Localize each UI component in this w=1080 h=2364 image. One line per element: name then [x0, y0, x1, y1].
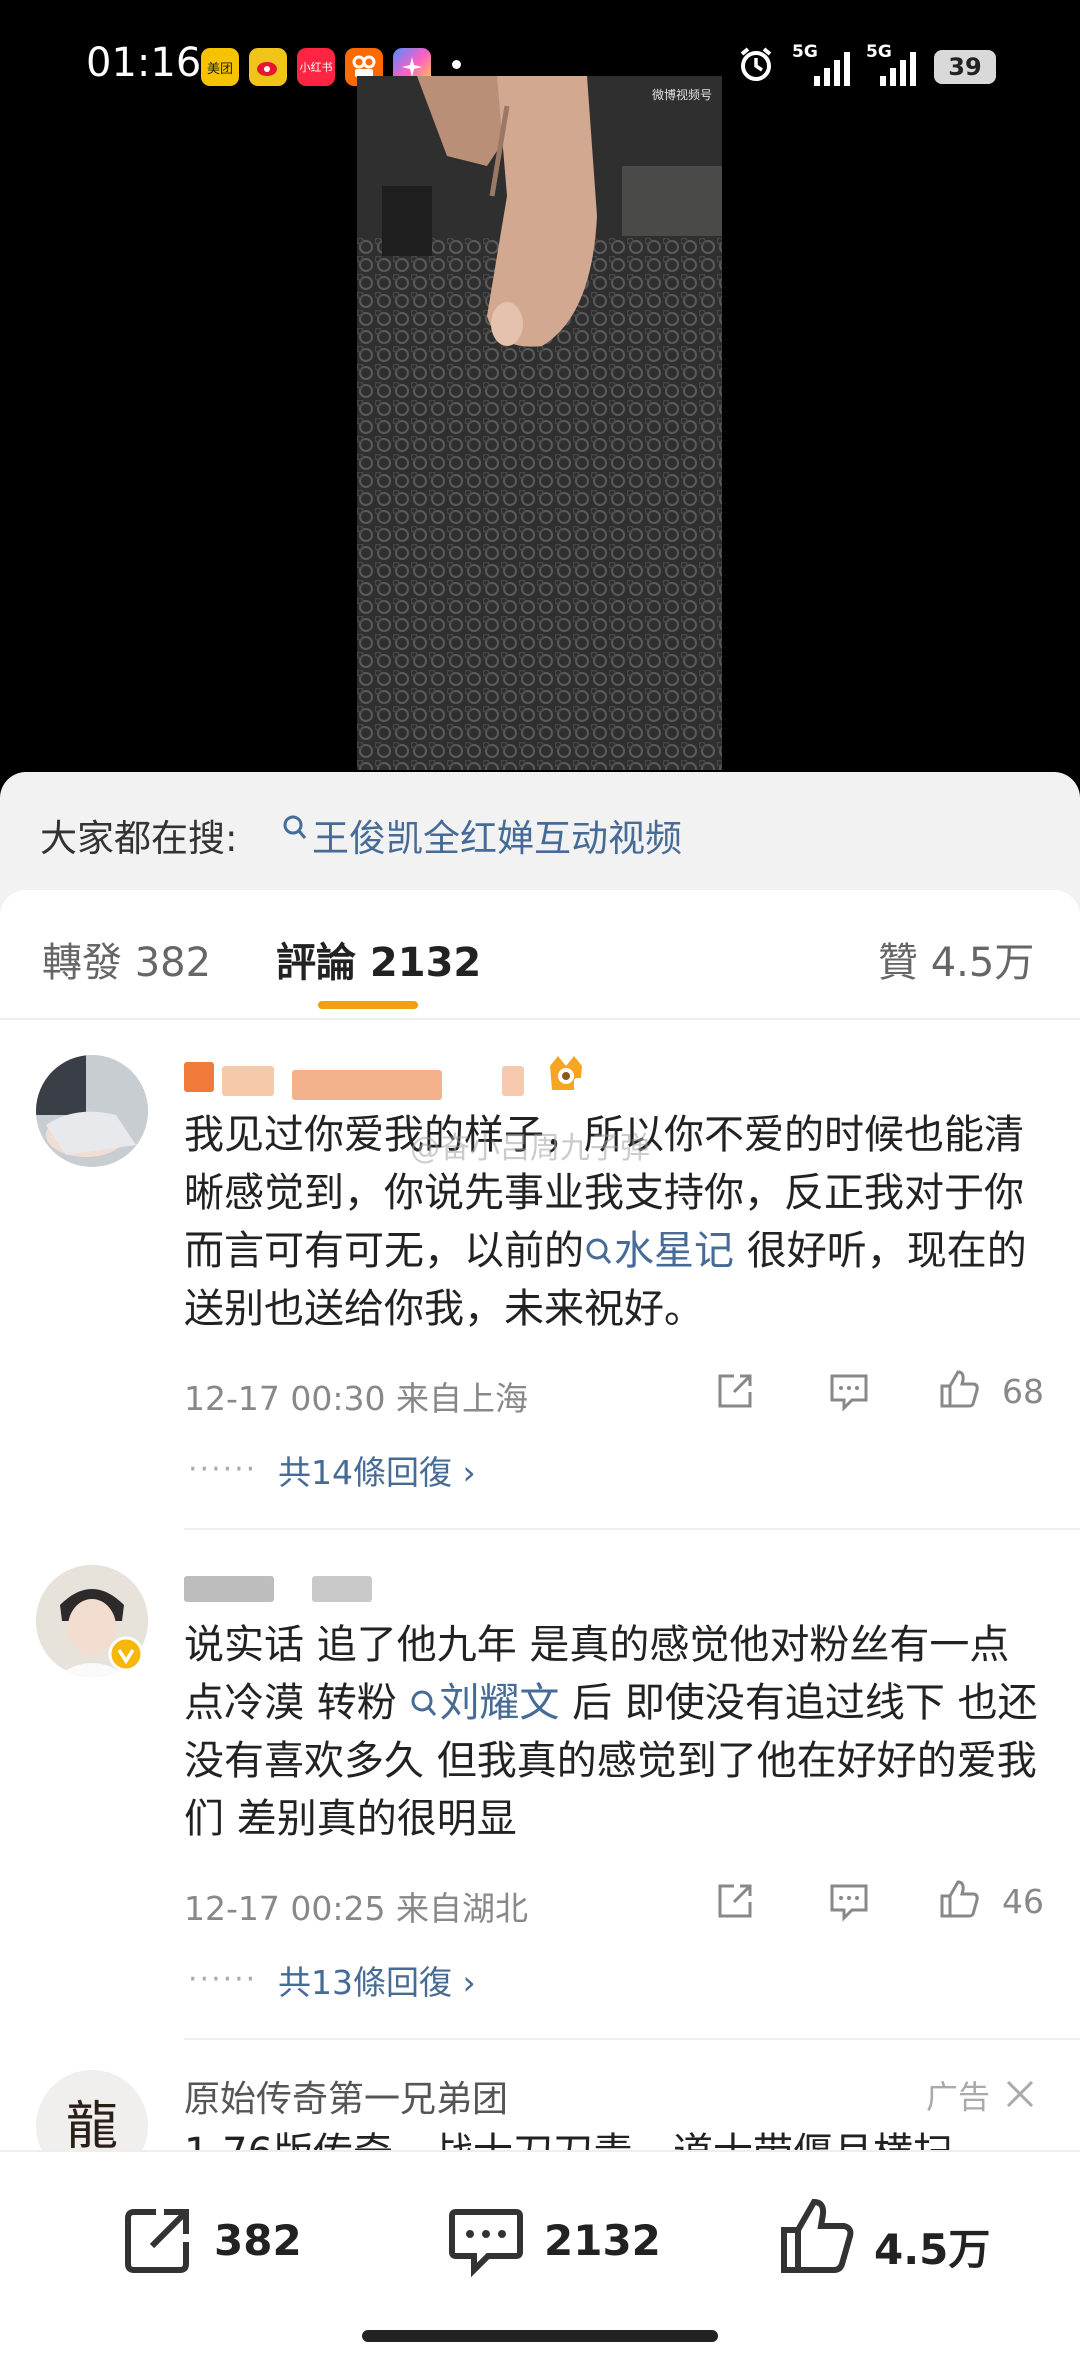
- like-count: 68: [1002, 1372, 1044, 1411]
- topic-link-shuixingji[interactable]: 水星记: [584, 1228, 734, 1274]
- comment-divider: [184, 1528, 1080, 1530]
- xiaohongshu-app-icon: 小红书: [297, 48, 335, 86]
- comment-meta: 12-17 00:25 来自湖北: [184, 1889, 528, 1928]
- trending-search-label: 大家都在搜:: [40, 817, 238, 860]
- video-watermark: 微博视频号: [651, 88, 712, 102]
- like-icon[interactable]: [936, 1876, 982, 1926]
- video-frame: [357, 76, 722, 770]
- repost-icon[interactable]: [120, 2202, 196, 2282]
- status-time: 01:16: [86, 40, 202, 86]
- username-blurred-part: [502, 1066, 524, 1096]
- tabs-divider: [0, 1018, 1080, 1020]
- overlay-watermark: @奋小吕周九子弹: [410, 1131, 650, 1166]
- share-icon[interactable]: [712, 1368, 758, 1418]
- user-level-badge-icon: [544, 1052, 588, 1100]
- username-blurred-part: [292, 1070, 442, 1100]
- username-blurred-part: [222, 1066, 274, 1096]
- search-icon: [282, 814, 308, 848]
- like-icon[interactable]: [776, 2196, 858, 2282]
- notification-dot: [452, 60, 461, 69]
- replies-connector: ······: [188, 1962, 258, 1997]
- comment-count[interactable]: 2132: [544, 2216, 661, 2265]
- reply-icon[interactable]: [826, 1878, 872, 1928]
- weibo-app-icon: [249, 48, 287, 86]
- verified-badge-icon: [108, 1636, 144, 1676]
- tab-reposts[interactable]: 轉發 382: [42, 930, 211, 988]
- signal-1-icon: [804, 52, 852, 92]
- battery-indicator: 39: [934, 50, 996, 84]
- home-indicator[interactable]: [362, 2330, 718, 2342]
- comment-divider: [184, 2038, 1080, 2040]
- svg-text:龍: 龍: [66, 2097, 118, 2157]
- alarm-icon: [736, 44, 776, 90]
- like-icon[interactable]: [936, 1366, 982, 1416]
- signal-2-icon: [870, 52, 918, 92]
- ad-label: 广告: [926, 2078, 991, 2116]
- topic-link-liuyaowen[interactable]: 刘耀文: [409, 1680, 559, 1726]
- tab-comments[interactable]: 評論 2132: [276, 930, 481, 988]
- reply-icon[interactable]: [826, 1368, 872, 1418]
- comment-text: 说实话 追了他九年 是真的感觉他对粉丝有一点点冷漠 转粉 刘耀文 后 即使没有追…: [184, 1616, 1044, 1848]
- repost-count[interactable]: 382: [214, 2216, 302, 2265]
- username-blurred[interactable]: [184, 1062, 214, 1092]
- view-replies-link[interactable]: 共14條回復 ›: [278, 1446, 476, 1494]
- comment-icon[interactable]: [446, 2200, 526, 2284]
- view-replies-link[interactable]: 共13條回復 ›: [278, 1956, 476, 2004]
- tab-likes[interactable]: 贊 4.5万: [878, 930, 1034, 988]
- username-blurred-part: [312, 1576, 372, 1602]
- replies-connector: ······: [188, 1452, 258, 1487]
- close-ad-icon[interactable]: [1004, 2078, 1036, 2114]
- active-tab-indicator: [318, 1001, 418, 1009]
- trending-search-link[interactable]: 王俊凯全红婵互动视频: [312, 808, 682, 862]
- topic-link-label: 水星记: [614, 1228, 734, 1274]
- ad-name[interactable]: 原始传奇第一兄弟团: [184, 2070, 508, 2122]
- avatar[interactable]: [36, 1055, 148, 1167]
- topic-link-label: 刘耀文: [439, 1680, 560, 1726]
- username-blurred[interactable]: [184, 1576, 274, 1602]
- like-total[interactable]: 4.5万: [874, 2216, 990, 2277]
- share-icon[interactable]: [712, 1878, 758, 1928]
- meituan-app-icon: 美团: [201, 48, 239, 86]
- comment-meta: 12-17 00:30 来自上海: [184, 1379, 528, 1418]
- like-count: 46: [1002, 1882, 1044, 1921]
- video-player[interactable]: 微博视频号: [357, 76, 722, 770]
